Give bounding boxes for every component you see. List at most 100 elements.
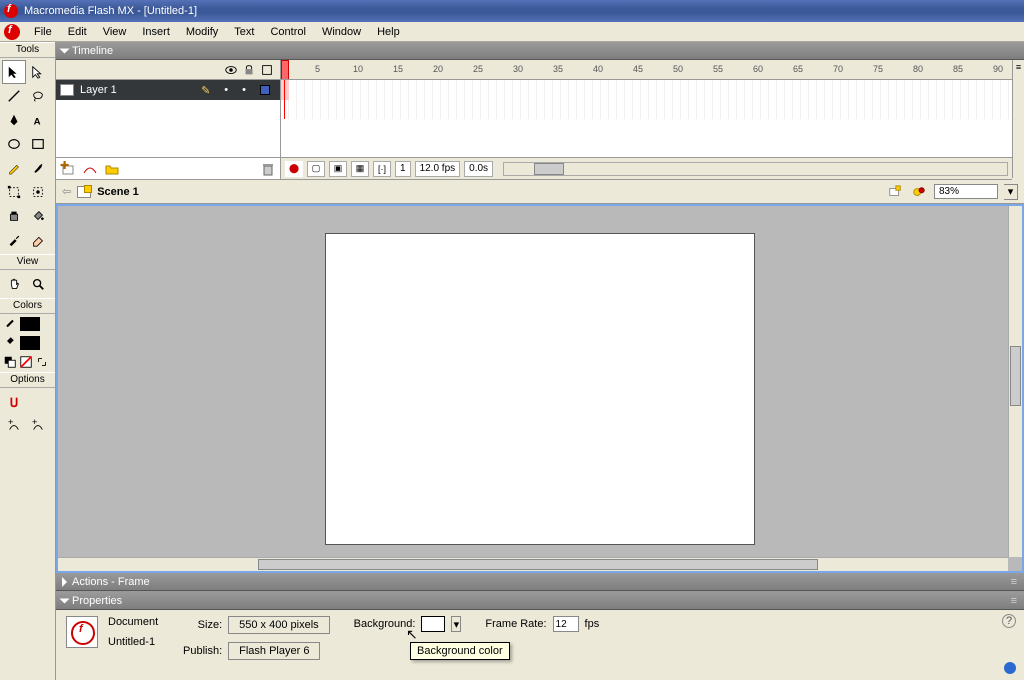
stroke-pencil-icon <box>4 316 16 331</box>
properties-panel-title: Properties <box>72 595 122 607</box>
timeline-hscrollbar[interactable] <box>503 162 1008 176</box>
properties-panel-header[interactable]: Properties ≡ <box>56 592 1024 610</box>
timeline-collapse-handle[interactable]: ≡ <box>1012 60 1024 178</box>
subselect-tool[interactable] <box>26 60 50 84</box>
svg-text:A: A <box>34 116 41 127</box>
fps-readout: 12.0 fps <box>415 161 461 177</box>
outline-column-icon[interactable] <box>260 63 274 77</box>
delete-layer-button[interactable] <box>260 161 276 177</box>
menu-file[interactable]: File <box>26 24 60 40</box>
zoom-readout[interactable]: 83% <box>934 184 998 199</box>
edit-scene-button[interactable] <box>886 183 904 201</box>
ruler-tick: 60 <box>753 64 763 74</box>
scrollbar-thumb[interactable] <box>1010 346 1021 406</box>
framerate-input[interactable] <box>553 616 579 632</box>
oval-tool[interactable] <box>2 132 26 156</box>
smooth-option[interactable]: + <box>2 414 26 438</box>
pen-tool[interactable] <box>2 108 26 132</box>
line-tool[interactable] <box>2 84 26 108</box>
stage-vscrollbar[interactable] <box>1008 206 1022 557</box>
eyedropper-tool[interactable] <box>2 228 26 252</box>
layer-name: Layer 1 <box>80 84 117 96</box>
frame-ruler[interactable]: 5 10 15 20 25 30 35 40 45 50 55 60 65 70… <box>281 60 1012 80</box>
size-label: Size: <box>182 619 222 631</box>
zoom-tool[interactable] <box>26 272 50 296</box>
ruler-tick: 75 <box>873 64 883 74</box>
ruler-tick: 30 <box>513 64 523 74</box>
insert-layer-button[interactable]: ✚ <box>60 161 76 177</box>
snap-option[interactable] <box>2 390 26 414</box>
straighten-option[interactable]: + <box>26 414 50 438</box>
menu-help[interactable]: Help <box>369 24 408 40</box>
help-icon[interactable]: ? <box>1002 614 1016 628</box>
ruler-tick: 20 <box>433 64 443 74</box>
onion-skin-button[interactable]: ▢ <box>307 161 325 177</box>
swap-colors-icon[interactable] <box>34 354 50 370</box>
background-label: Background: <box>354 618 416 630</box>
document-type-label: Document <box>108 616 158 628</box>
window-titlebar: Macromedia Flash MX - [Untitled-1] <box>0 0 1024 22</box>
playhead[interactable] <box>281 60 289 80</box>
timeline-panel-header[interactable]: Timeline <box>56 42 1024 60</box>
frame-track[interactable] <box>281 80 1012 119</box>
layer-row[interactable]: Layer 1 ✎ • • <box>56 80 280 100</box>
insert-folder-button[interactable] <box>104 161 120 177</box>
ruler-tick: 90 <box>993 64 1003 74</box>
modify-onion-markers-button[interactable]: [·] <box>373 161 391 177</box>
layer-visible-dot[interactable]: • <box>224 84 228 96</box>
scene-name: Scene 1 <box>97 186 139 198</box>
edit-multiple-frames-button[interactable]: ▦ <box>351 161 369 177</box>
no-color-icon[interactable] <box>18 354 34 370</box>
expand-panel-icon[interactable] <box>1004 662 1016 674</box>
stage-canvas[interactable] <box>325 233 755 545</box>
back-button[interactable]: ⇦ <box>62 185 71 198</box>
pencil-tool[interactable] <box>2 156 26 180</box>
hand-tool[interactable] <box>2 272 26 296</box>
edit-symbols-button[interactable] <box>910 183 928 201</box>
collapse-triangle-icon <box>60 598 70 603</box>
layer-type-icon <box>60 84 74 96</box>
menu-edit[interactable]: Edit <box>60 24 95 40</box>
brush-tool[interactable] <box>26 156 50 180</box>
eraser-tool[interactable] <box>26 228 50 252</box>
lasso-tool[interactable] <box>26 84 50 108</box>
menu-insert[interactable]: Insert <box>134 24 178 40</box>
scene-icon <box>77 186 91 198</box>
background-color-tooltip: Background color <box>410 642 510 660</box>
show-hide-column-icon[interactable] <box>224 63 238 77</box>
size-button[interactable]: 550 x 400 pixels <box>228 616 330 634</box>
stroke-color-swatch[interactable] <box>20 317 40 331</box>
menu-text[interactable]: Text <box>226 24 262 40</box>
insert-motion-guide-button[interactable] <box>82 161 98 177</box>
menu-control[interactable]: Control <box>262 24 313 40</box>
fill-transform-tool[interactable] <box>26 180 50 204</box>
panel-grip-icon: ≡ <box>1011 576 1018 588</box>
zoom-dropdown-button[interactable]: ▾ <box>1004 184 1018 200</box>
menu-modify[interactable]: Modify <box>178 24 226 40</box>
paint-bucket-tool[interactable] <box>26 204 50 228</box>
ink-bottle-tool[interactable] <box>2 204 26 228</box>
arrow-tool[interactable] <box>2 60 26 84</box>
rectangle-tool[interactable] <box>26 132 50 156</box>
center-frame-button[interactable]: ⬤ <box>285 161 303 177</box>
flash-doc-icon <box>4 24 20 40</box>
stage-hscrollbar[interactable] <box>58 557 1008 571</box>
default-colors-icon[interactable] <box>2 354 18 370</box>
text-tool[interactable]: A <box>26 108 50 132</box>
fill-color-swatch[interactable] <box>20 336 40 350</box>
lock-column-icon[interactable] <box>242 63 256 77</box>
actions-panel-header[interactable]: Actions - Frame ≡ <box>56 573 1024 591</box>
publish-button[interactable]: Flash Player 6 <box>228 642 320 660</box>
background-color-dropdown[interactable]: ▾ <box>451 616 461 632</box>
scrollbar-thumb[interactable] <box>258 559 818 570</box>
layer-outline-swatch[interactable] <box>260 85 270 95</box>
menu-window[interactable]: Window <box>314 24 369 40</box>
menu-view[interactable]: View <box>95 24 135 40</box>
background-color-swatch[interactable] <box>421 616 445 632</box>
free-transform-tool[interactable] <box>2 180 26 204</box>
scrollbar-thumb[interactable] <box>534 163 564 175</box>
onion-skin-outlines-button[interactable]: ▣ <box>329 161 347 177</box>
tools-panel: Tools A View Colors <box>0 42 56 680</box>
layer-lock-dot[interactable]: • <box>242 84 246 96</box>
ruler-tick: 70 <box>833 64 843 74</box>
